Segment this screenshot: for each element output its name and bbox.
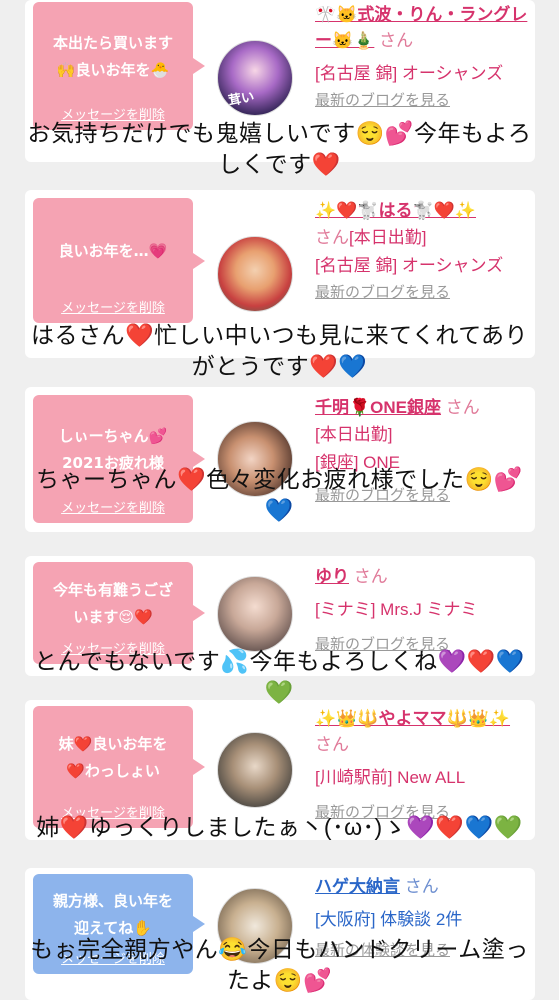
honorific: さん <box>445 398 480 417</box>
caption-line: たよ😌💕 <box>226 967 333 993</box>
sender-name-line: ゆり さん <box>315 564 530 590</box>
caption-overlay: とんでもないです💦今年もよろしくね💜❤️💙 💚 <box>0 646 559 708</box>
shop-link[interactable]: [名古屋 錦] オーシャンズ <box>315 60 530 88</box>
shop-link[interactable]: [大阪府] 体験談 2件 <box>315 906 530 934</box>
caption-line: しくです❤️ <box>218 151 341 177</box>
sender-name-line: ✨❤️🐩はる🐩❤️✨ <box>315 198 530 224</box>
avatar[interactable]: 茸い <box>217 40 293 116</box>
caption-overlay: はるさん❤️忙しい中いつも見に来てくれてあり がとうです❤️💙 <box>0 320 559 382</box>
caption-line: がとうです❤️💙 <box>191 353 368 379</box>
avatar-caption: 茸い <box>227 89 256 110</box>
message-line: 今年も有難うござ <box>52 581 173 599</box>
sender-name-link[interactable]: ✨👑🔱やよママ🔱👑✨ <box>315 709 510 728</box>
delete-message-link[interactable]: メッセージを削除 <box>33 301 193 317</box>
sender-name-line: 千明🌹ONE銀座 さん <box>315 395 530 421</box>
caption-line: 💙 <box>264 497 295 523</box>
caption-line: お気持ちだけでも鬼嬉しいです😌💕今年もよろ <box>27 120 532 146</box>
honorific: さん <box>353 567 388 586</box>
status-line: さん[本日出勤] <box>315 224 530 252</box>
sender-info: ✨👑🔱やよママ🔱👑✨ さん [川崎駅前] New ALL 最新のブログを見る <box>315 706 530 824</box>
caption-overlay: もぉ完全親方やん😂今日もハンドクリーム塗っ たよ😌💕 <box>0 934 559 996</box>
message-bubble: 妹❤️良いお年を ❤️わっしょい メッセージを削除 <box>33 706 205 828</box>
caption-line: 姉❤️ゆっくりしましたぁ丶(･ω･)ゝ💜❤️💙💚 <box>36 814 523 840</box>
sender-info: ゆり さん [ミナミ] Mrs.J ミナミ 最新のブログを見る <box>315 564 530 656</box>
honorific: さん <box>379 31 414 50</box>
status-label: [本日出勤] <box>349 228 427 247</box>
shop-link[interactable]: [川崎駅前] New ALL <box>315 764 530 792</box>
caption-overlay: ちゃーちゃん❤️色々変化お疲れ様でした😌💕 💙 <box>0 464 559 526</box>
sender-name-line: ハゲ大納言 さん <box>315 874 530 900</box>
message-line: ❤️わっしょい <box>66 762 160 780</box>
caption-line: とんでもないです💦今年もよろしくね💜❤️💙 <box>34 648 525 674</box>
sender-name-link[interactable]: 千明🌹ONE銀座 <box>315 398 441 417</box>
avatar[interactable] <box>217 236 293 312</box>
sender-name-line: ✨👑🔱やよママ🔱👑✨ さん <box>315 706 530 758</box>
honorific: さん <box>404 877 439 896</box>
sender-name-link[interactable]: ✨❤️🐩はる🐩❤️✨ <box>315 201 476 220</box>
sender-name-line: 🎌🐱式波・りん・ラングレー🐱🎍 さん <box>315 2 530 54</box>
sender-info: 🎌🐱式波・りん・ラングレー🐱🎍 さん [名古屋 錦] オーシャンズ 最新のブログ… <box>315 2 530 112</box>
message-line: 良いお年を…💗 <box>58 242 168 260</box>
sender-info: ✨❤️🐩はる🐩❤️✨ さん[本日出勤] [名古屋 錦] オーシャンズ 最新のブロ… <box>315 198 530 304</box>
message-line: 親方様、良い年を <box>52 892 173 910</box>
sender-name-link[interactable]: ゆり <box>315 567 349 586</box>
honorific: さん <box>315 735 349 754</box>
caption-line: 💚 <box>264 679 295 705</box>
honorific: さん <box>315 228 349 247</box>
avatar[interactable] <box>217 576 293 652</box>
status-label: [本日出勤] <box>315 425 393 444</box>
shop-link[interactable]: [名古屋 錦] オーシャンズ <box>315 252 530 280</box>
caption-line: もぉ完全親方やん😂今日もハンドクリーム塗っ <box>30 936 529 962</box>
blog-link[interactable]: 最新のブログを見る <box>315 90 530 112</box>
caption-line: ちゃーちゃん❤️色々変化お疲れ様でした😌💕 <box>36 466 523 492</box>
caption-overlay: 姉❤️ゆっくりしましたぁ丶(･ω･)ゝ💜❤️💙💚 <box>0 812 559 843</box>
sender-name-link[interactable]: ハゲ大納言 <box>315 877 400 896</box>
avatar[interactable] <box>217 732 293 808</box>
blog-link[interactable]: 最新のブログを見る <box>315 282 530 304</box>
message-line: 妹❤️良いお年を <box>58 735 168 753</box>
message-bubble: 良いお年を…💗 メッセージを削除 <box>33 198 205 323</box>
message-line: しぃーちゃん💕 <box>58 427 168 445</box>
message-line: います😌❤️ <box>73 608 153 626</box>
shop-link[interactable]: [ミナミ] Mrs.J ミナミ <box>315 596 530 624</box>
message-line: 本出たら買います <box>52 34 173 52</box>
caption-line: はるさん❤️忙しい中いつも見に来てくれてあり <box>30 322 529 348</box>
message-bubble: 本出たら買います 🙌良いお年を🐣 メッセージを削除 <box>33 2 205 130</box>
message-line: 🙌良いお年を🐣 <box>56 61 170 79</box>
caption-overlay: お気持ちだけでも鬼嬉しいです😌💕今年もよろ しくです❤️ <box>0 118 559 180</box>
sender-name-link[interactable]: 🎌🐱式波・りん・ラングレー🐱🎍 <box>315 5 527 50</box>
